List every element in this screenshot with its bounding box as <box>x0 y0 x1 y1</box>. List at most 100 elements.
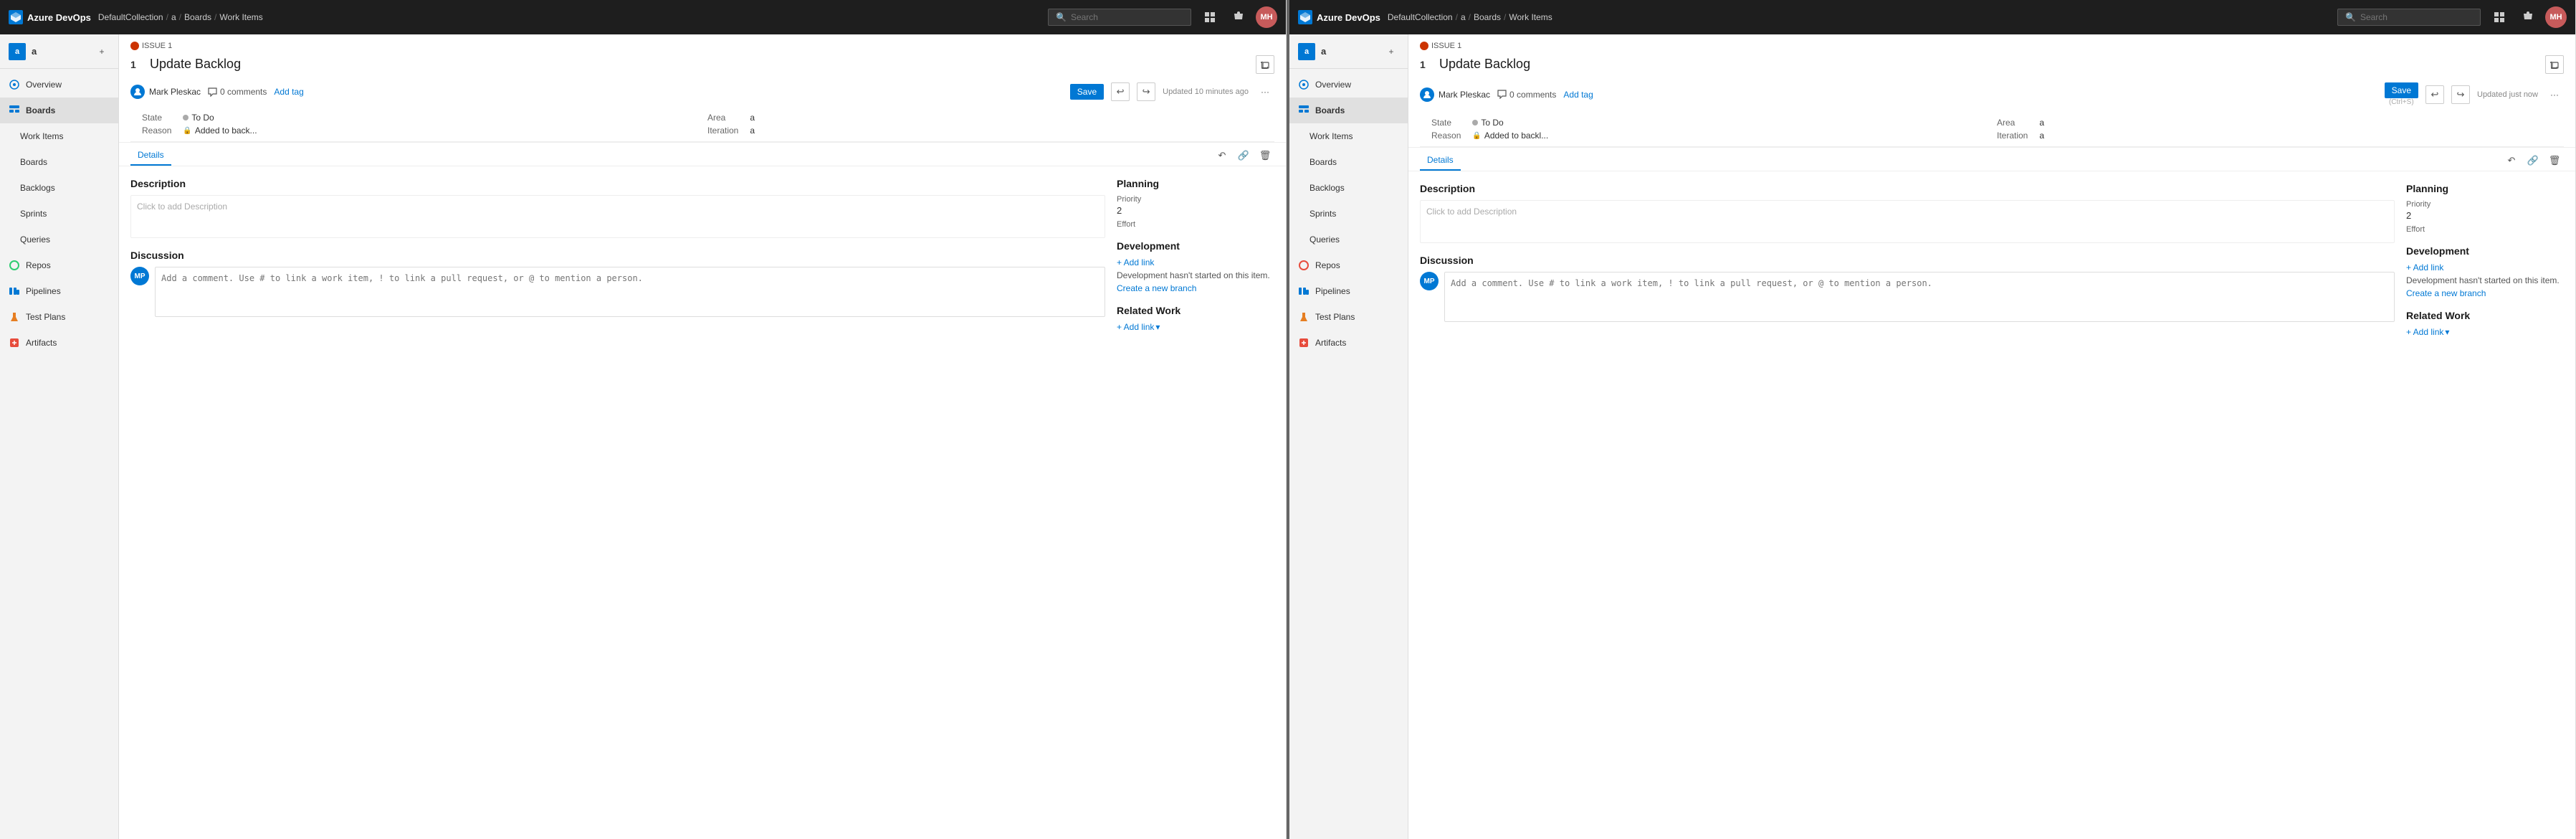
wi-dev-addlink-2[interactable]: + Add link <box>2406 262 2564 272</box>
wi-addtag-2[interactable]: Add tag <box>1563 90 1593 100</box>
testplans-icon-2 <box>1298 311 1310 323</box>
logo-1[interactable]: Azure DevOps <box>9 10 91 24</box>
wi-comment-input-2[interactable] <box>1444 272 2395 322</box>
wi-tab-delete-2[interactable]: 🗑 <box>2545 151 2564 170</box>
basket-icon-1[interactable] <box>1227 6 1250 29</box>
wi-priority-value-1[interactable]: 2 <box>1117 205 1274 216</box>
sidebar-label-pipelines-2: Pipelines <box>1315 286 1350 296</box>
wi-tab-history-1[interactable]: ↶ <box>1213 146 1231 165</box>
sidebar-item-overview-2[interactable]: Overview <box>1289 72 1408 98</box>
search-box-1[interactable]: 🔍 <box>1048 9 1191 26</box>
wi-tab-delete-1[interactable]: 🗑 <box>1256 146 1274 165</box>
bc-a-2[interactable]: a <box>1461 12 1466 22</box>
sidebar-item-repos-1[interactable]: Repos <box>0 252 118 278</box>
add-project-btn-2[interactable]: + <box>1383 44 1399 60</box>
wi-priority-value-2[interactable]: 2 <box>2406 210 2564 221</box>
search-box-2[interactable]: 🔍 <box>2337 9 2481 26</box>
wi-reason-value-1[interactable]: 🔒 Added to back... <box>183 125 696 136</box>
wi-tab-details-1[interactable]: Details <box>130 146 171 166</box>
search-input-2[interactable] <box>2360 12 2461 22</box>
wi-iteration-value-1[interactable]: a <box>750 125 1263 136</box>
grid-icon-1[interactable] <box>1198 6 1221 29</box>
sidebar-item-boards2-1[interactable]: Boards <box>0 149 118 175</box>
wi-area-value-1[interactable]: a <box>750 113 1263 123</box>
wi-redo-btn-1[interactable]: ↪ <box>1137 82 1155 101</box>
grid-icon-2[interactable] <box>2488 6 2511 29</box>
sidebar-item-artifacts-1[interactable]: Artifacts <box>0 330 118 356</box>
wi-redo-btn-2[interactable]: ↪ <box>2451 85 2470 104</box>
search-input-1[interactable] <box>1071 12 1171 22</box>
wi-save-btn-2[interactable]: Save <box>2385 82 2418 98</box>
logo-2[interactable]: Azure DevOps <box>1298 10 1380 24</box>
sidebar-item-workitems-1[interactable]: Work Items <box>0 123 118 149</box>
bc-workitems-2[interactable]: Work Items <box>1509 12 1552 22</box>
wi-dev-addlink-1[interactable]: + Add link <box>1117 257 1274 267</box>
bc-workitems-1[interactable]: Work Items <box>219 12 262 22</box>
sidebar-item-overview-1[interactable]: Overview <box>0 72 118 98</box>
sidebar-item-sprints-2[interactable]: Sprints <box>1289 201 1408 227</box>
wi-body-1: Description Click to add Description Dis… <box>119 166 1286 343</box>
wi-area-value-2[interactable]: a <box>2039 118 2552 128</box>
bc-boards-1[interactable]: Boards <box>184 12 211 22</box>
sidebar-item-artifacts-2[interactable]: Artifacts <box>1289 330 1408 356</box>
user-avatar-2[interactable]: MH <box>2545 6 2567 28</box>
wi-tab-history-2[interactable]: ↶ <box>2502 151 2521 170</box>
sidebar-item-workitems-2[interactable]: Work Items <box>1289 123 1408 149</box>
wi-tab-link-2[interactable]: 🔗 <box>2524 151 2542 170</box>
bc-a-1[interactable]: a <box>171 12 176 22</box>
sidebar-item-boards-2[interactable]: Boards <box>1289 98 1408 123</box>
wi-more-btn-1[interactable]: ··· <box>1256 82 1274 101</box>
sidebar-item-boards3-2[interactable]: Boards <box>1289 149 1408 175</box>
bc-collection-2[interactable]: DefaultCollection <box>1388 12 1453 22</box>
bc-collection-1[interactable]: DefaultCollection <box>98 12 163 22</box>
sidebar-item-backlogs-2[interactable]: Backlogs <box>1289 175 1408 201</box>
wi-save-btn-1[interactable]: Save <box>1070 84 1104 100</box>
wi-reason-value-2[interactable]: 🔒 Added to backl... <box>1472 131 1985 141</box>
wi-title-input-2[interactable] <box>1436 54 2539 74</box>
testplans-icon-1 <box>9 311 20 323</box>
sidebar-item-sprints-1[interactable]: Sprints <box>0 201 118 227</box>
wi-related-addlink-2[interactable]: + Add link ▾ <box>2406 327 2564 337</box>
sidebar-label-artifacts-2: Artifacts <box>1315 338 1346 348</box>
wi-tab-link-1[interactable]: 🔗 <box>1234 146 1253 165</box>
issue-icon-2 <box>1420 42 1428 50</box>
wi-comment-input-1[interactable] <box>155 267 1105 317</box>
sidebar-item-boards-1[interactable]: Boards <box>0 98 118 123</box>
sidebar-item-backlogs-1[interactable]: Backlogs <box>0 175 118 201</box>
sidebar-item-pipelines-1[interactable]: Pipelines <box>0 278 118 304</box>
logo-text-2: Azure DevOps <box>1317 12 1380 23</box>
wi-description-area-1[interactable]: Click to add Description <box>130 195 1105 238</box>
wi-copy-btn-2[interactable] <box>2545 55 2564 74</box>
sidebar-item-testplans-1[interactable]: Test Plans <box>0 304 118 330</box>
sidebar-item-pipelines-2[interactable]: Pipelines <box>1289 278 1408 304</box>
topbar-icons-1: MH <box>1198 6 1277 29</box>
basket-icon-2[interactable] <box>2517 6 2539 29</box>
bc-boards-2[interactable]: Boards <box>1474 12 1501 22</box>
wi-dev-createbranch-1[interactable]: Create a new branch <box>1117 283 1274 293</box>
sidebar-item-queries-2[interactable]: Queries <box>1289 227 1408 252</box>
wi-copy-btn-1[interactable] <box>1256 55 1274 74</box>
wi-related-addlink-1[interactable]: + Add link ▾ <box>1117 322 1274 332</box>
user-avatar-1[interactable]: MH <box>1256 6 1277 28</box>
wi-state-value-1[interactable]: To Do <box>183 113 696 123</box>
wi-undo-btn-1[interactable]: ↩ <box>1111 82 1130 101</box>
sidebar-item-queries-1[interactable]: Queries <box>0 227 118 252</box>
wi-undo-btn-2[interactable]: ↩ <box>2425 85 2444 104</box>
wi-tab-details-2[interactable]: Details <box>1420 151 1461 171</box>
wi-comments-2[interactable]: 0 comments <box>1497 90 1556 100</box>
pipelines-icon-2 <box>1298 285 1310 297</box>
sidebar-label-queries-2: Queries <box>1310 234 1340 245</box>
add-project-btn-1[interactable]: + <box>94 44 110 60</box>
wi-state-value-2[interactable]: To Do <box>1472 118 1985 128</box>
wi-comments-1[interactable]: 0 comments <box>208 87 267 97</box>
sidebar-item-testplans-2[interactable]: Test Plans <box>1289 304 1408 330</box>
wi-addtag-1[interactable]: Add tag <box>274 87 303 97</box>
wi-dev-createbranch-2[interactable]: Create a new branch <box>2406 288 2564 298</box>
wi-description-area-2[interactable]: Click to add Description <box>1420 200 2395 243</box>
sidebar-item-repos-2[interactable]: Repos <box>1289 252 1408 278</box>
wi-title-input-1[interactable] <box>146 54 1250 74</box>
wi-iteration-value-2[interactable]: a <box>2039 131 2552 141</box>
wi-issue-text-1: ISSUE 1 <box>142 42 172 50</box>
artifacts-icon-2 <box>1298 337 1310 349</box>
wi-more-btn-2[interactable]: ··· <box>2545 85 2564 104</box>
